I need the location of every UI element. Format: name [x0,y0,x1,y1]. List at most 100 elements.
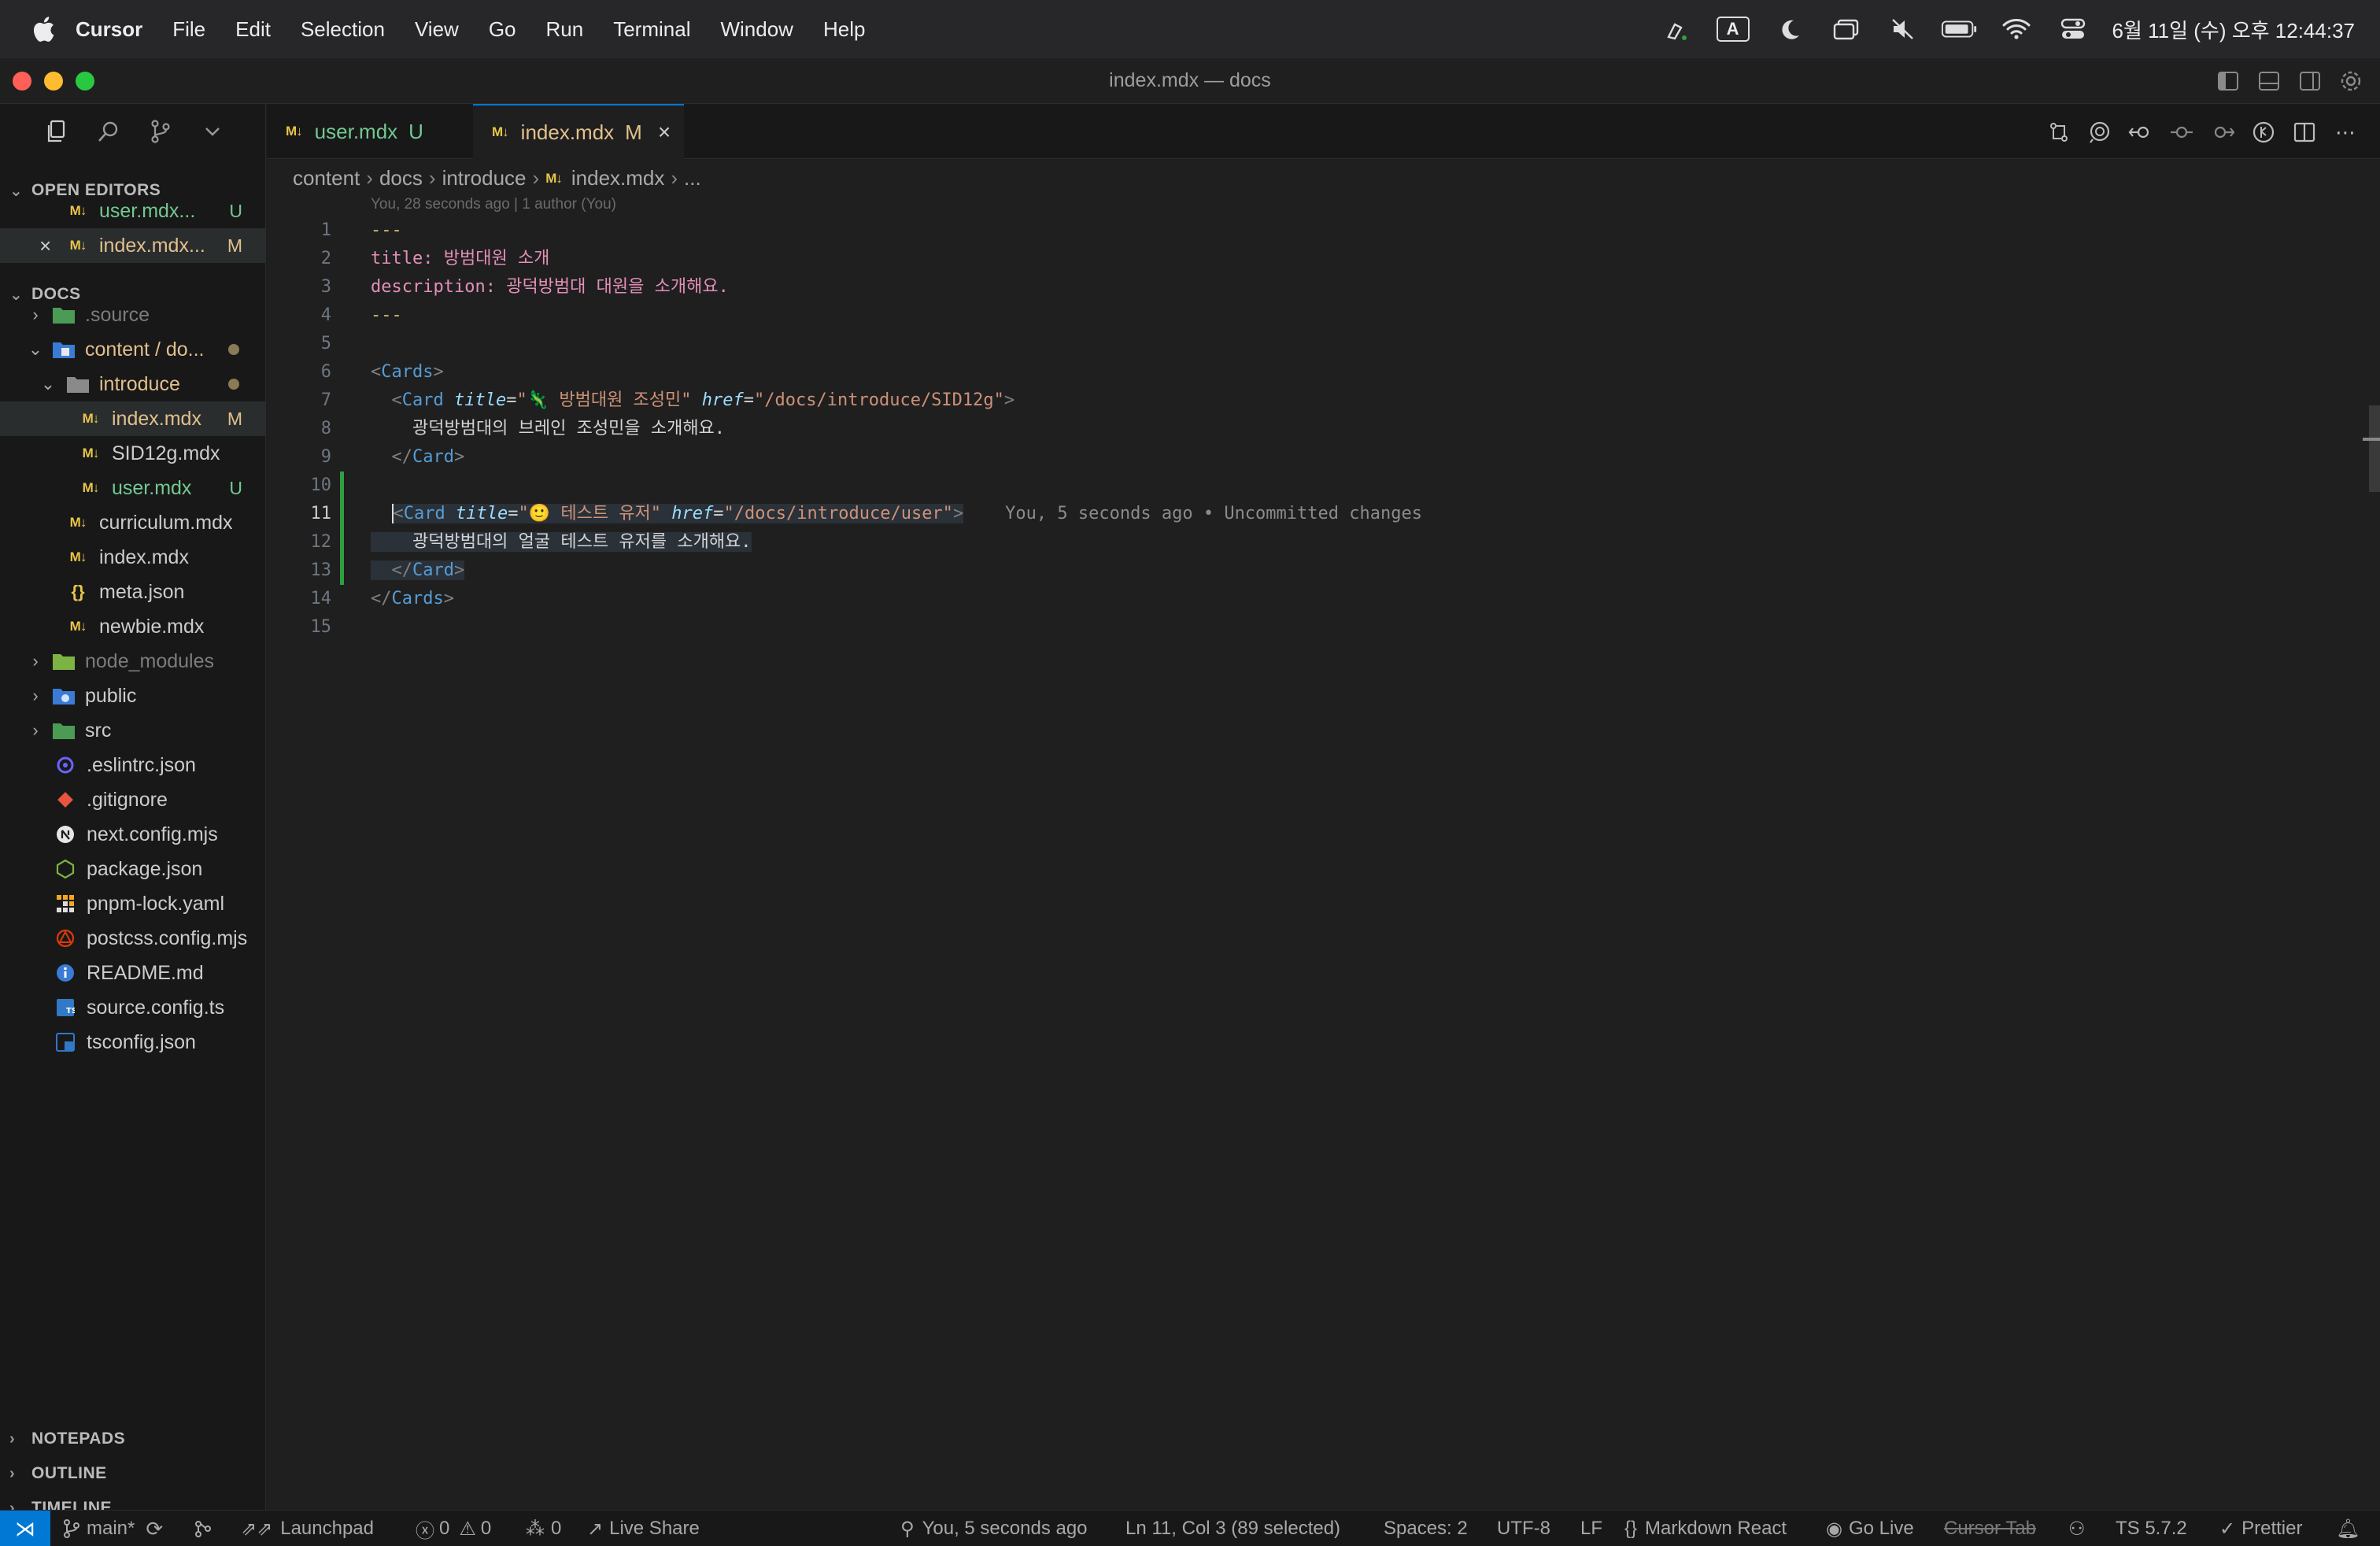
breadcrumb-item[interactable]: introduce [442,166,527,190]
tree-item-introduce[interactable]: ⌄ introduce [0,367,266,401]
menu-view[interactable]: View [415,17,459,42]
blame-status-button[interactable]: ⚲ You, 5 seconds ago [900,1511,1088,1546]
tree-item-next-config[interactable]: next.config.mjs [0,817,266,852]
timeline-history-icon[interactable] [2248,117,2279,148]
battery-icon[interactable] [1941,13,1979,45]
jsx-attr-value: "/docs/introduce/user" [723,504,953,523]
tree-item-index-root[interactable]: M↓ index.mdx [0,540,266,575]
ts-version-button[interactable]: TS 5.7.2 [2116,1511,2187,1546]
tree-item-src[interactable]: › src [0,713,266,748]
tree-item-gitignore[interactable]: .gitignore [0,782,266,817]
open-changes-icon[interactable] [2043,117,2075,148]
more-views-chevron-icon[interactable] [197,116,228,147]
go-back-change-icon[interactable] [2125,117,2156,148]
tree-item-source[interactable]: › .source [0,298,266,332]
input-source-indicator[interactable]: A [1714,13,1752,45]
apple-icon[interactable] [31,16,55,43]
toggle-primary-sidebar-icon[interactable] [2213,66,2243,96]
source-control-icon[interactable] [145,116,176,147]
jsx-attr-name: href [701,390,744,410]
notepads-section-header[interactable]: › NOTEPADS [0,1423,266,1455]
tree-item-source-config[interactable]: TS source.config.ts [0,990,266,1025]
explorer-icon[interactable] [41,116,72,147]
search-icon[interactable] [93,116,124,147]
stage-manager-icon[interactable] [1828,13,1865,45]
menu-selection[interactable]: Selection [301,17,385,42]
tree-item-meta-json[interactable]: {} meta.json [0,575,266,609]
menu-edit[interactable]: Edit [235,17,271,42]
notifications-bell-icon[interactable]: 🔔︎ [2336,1511,2360,1546]
gutter-added-indicator[interactable] [340,472,344,585]
close-icon[interactable]: × [39,234,51,258]
launchpad-button[interactable]: ⇗⇗ Launchpad [241,1511,374,1546]
menu-file[interactable]: File [172,17,205,42]
breadcrumb-item[interactable]: content [293,166,360,190]
eol-button[interactable]: LF [1580,1511,1602,1546]
tree-item-pnpm-lock[interactable]: pnpm-lock.yaml [0,886,266,921]
inline-blame[interactable]: You, 5 seconds ago • Uncommitted changes [1005,504,1422,523]
tree-item-postcss-config[interactable]: postcss.config.mjs [0,921,266,956]
codelens-blame[interactable]: You, 28 seconds ago | 1 author (You) [371,196,616,213]
open-editor-item[interactable]: M↓ user.mdx... U [0,194,266,228]
outline-section-header[interactable]: › OUTLINE [0,1458,266,1489]
live-share-button[interactable]: ↗ Live Share [587,1511,700,1546]
go-live-button[interactable]: ◉ Go Live [1826,1511,1914,1546]
branch-button[interactable]: main* ⟳ [63,1511,163,1546]
tree-item-eslintrc[interactable]: .eslintrc.json [0,748,266,782]
prettier-button[interactable]: ✓ Prettier [2219,1511,2302,1546]
menu-terminal[interactable]: Terminal [613,17,690,42]
settings-gear-icon[interactable] [2336,66,2366,96]
tree-item-sid12g[interactable]: M↓ SID12g.mdx [0,436,266,471]
cursor-position-button[interactable]: Ln 11, Col 3 (89 selected) [1125,1511,1340,1546]
tab-index-mdx[interactable]: M↓ index.mdx M × [473,104,684,159]
cursor-tab-button[interactable]: Cursor Tab [1944,1511,2036,1546]
split-editor-icon[interactable] [2289,117,2320,148]
more-actions-icon[interactable]: ⋯ [2330,117,2361,148]
menu-help[interactable]: Help [823,17,865,42]
breadcrumb-item[interactable]: ... [684,166,701,190]
chevron-right-icon: › [9,1464,16,1482]
control-center-icon[interactable] [2054,13,2092,45]
wifi-icon[interactable] [1998,13,2035,45]
tree-item-package-json[interactable]: package.json [0,852,266,886]
indentation-button[interactable]: Spaces: 2 [1384,1511,1468,1546]
tree-item-node-modules[interactable]: › node_modules [0,644,266,679]
code-editor[interactable]: content › docs › introduce › M↓ index.md… [267,160,2380,1510]
menu-run[interactable]: Run [546,17,584,42]
language-mode-button[interactable]: {} Markdown React [1624,1511,1787,1546]
git-graph-button[interactable] [194,1511,213,1546]
moon-icon[interactable] [1771,13,1809,45]
scrollbar-thumb[interactable] [2369,405,2380,492]
encoding-button[interactable]: UTF-8 [1497,1511,1550,1546]
sync-icon[interactable]: ⟳ [146,1517,163,1541]
remote-indicator-button[interactable]: ⋊ [0,1511,50,1546]
toggle-secondary-sidebar-icon[interactable] [2295,66,2325,96]
pen-tool-icon[interactable] [1658,13,1695,45]
sound-muted-icon[interactable] [1884,13,1922,45]
tree-item-readme[interactable]: README.md [0,956,266,990]
tree-item-curriculum[interactable]: M↓ curriculum.mdx [0,505,266,540]
breadcrumb-item[interactable]: index.mdx [571,166,665,190]
menu-go[interactable]: Go [489,17,516,42]
go-forward-change-icon[interactable] [2207,117,2238,148]
open-editor-item-active[interactable]: × M↓ index.mdx... M [0,228,266,263]
tree-item-index-mdx-active[interactable]: M↓ index.mdx M [0,401,266,436]
breadcrumb-item[interactable]: docs [379,166,423,190]
menu-window[interactable]: Window [720,17,793,42]
tree-item-newbie[interactable]: M↓ newbie.mdx [0,609,266,644]
toggle-panel-icon[interactable] [2254,66,2284,96]
copilot-icon[interactable]: ⚇ [2068,1511,2086,1546]
commit-icon[interactable] [2166,117,2197,148]
ports-button[interactable]: ⁂ 0 [526,1511,561,1546]
tree-item-public[interactable]: › public [0,679,266,713]
menu-app-name[interactable]: Cursor [76,17,142,42]
problems-button[interactable]: ⓧ 0 ⚠ 0 [416,1511,491,1546]
close-tab-icon[interactable]: × [658,120,671,145]
chat-search-icon[interactable] [2084,117,2116,148]
tree-item-user-mdx[interactable]: M↓ user.mdx U [0,471,266,505]
macos-menubar: Cursor File Edit Selection View Go Run T… [0,0,2380,58]
tab-user-mdx[interactable]: M↓ user.mdx U [267,104,473,159]
tree-item-content-docs[interactable]: ⌄ content / do... [0,332,266,367]
tree-item-tsconfig[interactable]: tsconfig.json [0,1025,266,1060]
menubar-clock[interactable]: 6월 11일 (수) 오후 12:44:37 [2112,15,2355,44]
